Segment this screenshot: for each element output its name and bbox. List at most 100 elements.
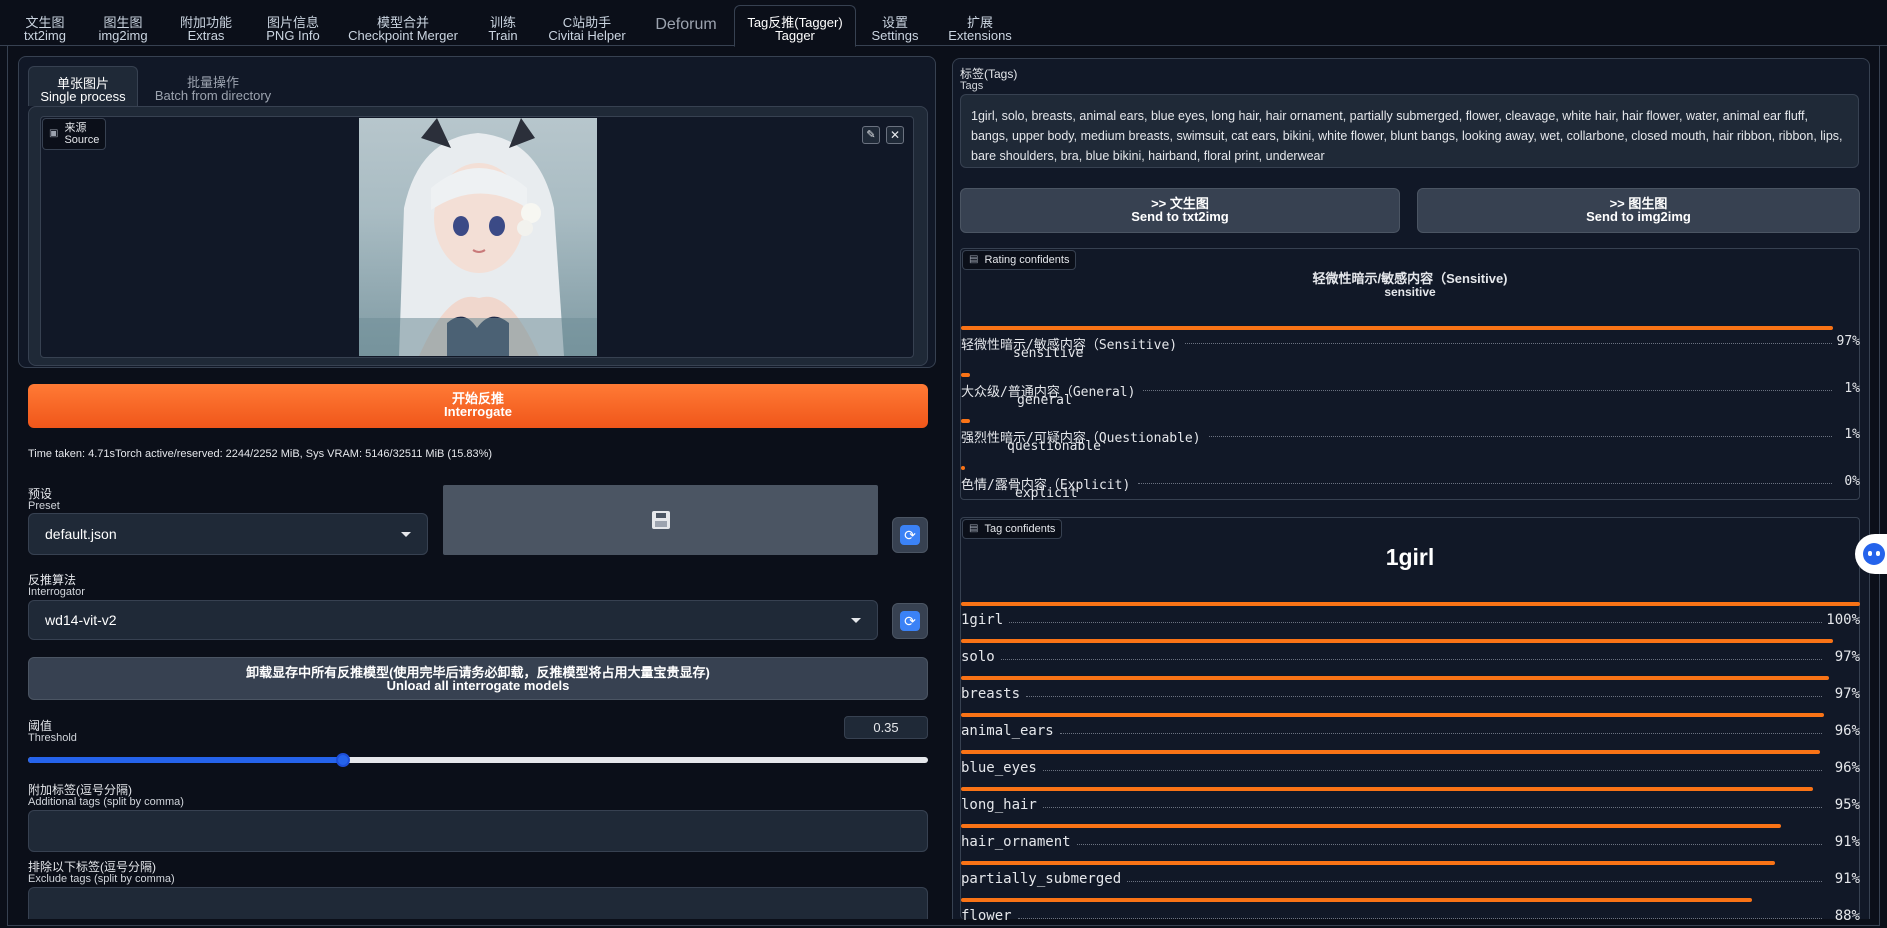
tag-name: hair_ornament	[961, 834, 1071, 850]
interrogator-dropdown[interactable]: wd14-vit-v2	[28, 600, 878, 640]
tag-percent: 91%	[1834, 834, 1860, 850]
confidence-bar	[961, 676, 1829, 680]
tab-label-en: img2img	[98, 28, 148, 43]
preset-refresh-button[interactable]: ⟳	[892, 517, 928, 553]
rating-top-zh: 轻微性暗示/敏感内容（Sensitive)	[1312, 271, 1508, 286]
additional-tags-input[interactable]	[28, 810, 928, 852]
confidence-bar	[961, 713, 1825, 717]
source-label-en: Source	[64, 134, 100, 146]
dotted-leader	[1059, 733, 1822, 734]
confidence-bar	[961, 326, 1834, 330]
tag-confidents-panel	[960, 517, 1860, 919]
tab-checkpoint-merger[interactable]: 模型合并 Checkpoint Merger	[348, 6, 458, 46]
tab-extensions[interactable]: 扩展 Extensions	[946, 6, 1014, 46]
tab-img2img[interactable]: 图生图 img2img	[92, 6, 154, 46]
tags-label-en: Tags	[960, 80, 984, 92]
time-taken-text: Time taken: 4.71sTorch active/reserved: …	[28, 448, 493, 460]
tag-name: partially_submerged	[961, 871, 1122, 887]
tab-label-en: Checkpoint Merger	[348, 28, 458, 43]
tab-txt2img[interactable]: 文生图 txt2img	[14, 6, 76, 46]
rating-key: explicit	[1015, 485, 1078, 501]
subtab-label-en: Batch from directory	[154, 88, 272, 103]
rating-top-label: 轻微性暗示/敏感内容（Sensitive) sensitive	[960, 272, 1860, 299]
tag-name: flower	[961, 908, 1012, 924]
dotted-leader	[1076, 844, 1822, 845]
preset-value: default.json	[45, 526, 117, 542]
rating-percent: 0%	[1844, 473, 1860, 489]
tab-tagger[interactable]: Tag反推(Tagger) Tagger	[734, 5, 856, 47]
tag-name: 1girl	[961, 612, 1004, 628]
rating-percent: 97%	[1836, 334, 1860, 349]
interrogator-label-en: Interrogator	[28, 586, 85, 598]
tags-output-textarea[interactable]: 1girl, solo, breasts, animal ears, blue …	[960, 94, 1859, 168]
tag-row: animal_ears 96%	[961, 713, 1860, 743]
tab-deforum[interactable]: Deforum	[648, 6, 724, 46]
exclude-tags-input[interactable]	[28, 887, 928, 919]
confidence-bar	[961, 639, 1834, 643]
subtab-single-process[interactable]: 单张图片 Single process	[28, 66, 138, 106]
tag-percent: 95%	[1834, 797, 1860, 813]
tag-row: hair_ornament 91%	[961, 824, 1860, 854]
tab-label-en: Tagger	[775, 28, 815, 43]
interrogator-value: wd14-vit-v2	[45, 612, 117, 628]
assistant-float-button[interactable]	[1855, 534, 1887, 574]
confidence-bar	[961, 787, 1814, 791]
confidence-bar	[961, 898, 1753, 902]
tab-label-en: txt2img	[24, 28, 66, 43]
rating-key: sensitive	[1013, 346, 1084, 361]
dotted-leader	[1208, 436, 1832, 437]
chevron-down-icon	[851, 617, 861, 623]
threshold-slider[interactable]	[28, 753, 928, 767]
tab-label-en: Train	[488, 28, 518, 43]
send-txt2img-label-en: Send to txt2img	[1131, 209, 1229, 224]
image-icon: ▣	[49, 128, 59, 139]
tag-name: breasts	[961, 686, 1021, 702]
interrogate-button[interactable]: 开始反推 Interrogate	[28, 384, 928, 428]
tag-percent: 96%	[1834, 723, 1860, 739]
dotted-leader	[1042, 807, 1822, 808]
tags-label: 标签(Tags) Tags	[960, 68, 1017, 92]
unload-models-button[interactable]: 卸载显存中所有反推模型(使用完毕后请务必卸载，反推模型将占用大量宝贵显存) Unl…	[28, 657, 928, 700]
send-to-txt2img-button[interactable]: >> 文生图 Send to txt2img	[960, 188, 1400, 233]
tag-row: long_hair 95%	[961, 787, 1860, 817]
tab-settings[interactable]: 设置 Settings	[868, 6, 922, 46]
slider-thumb[interactable]	[336, 753, 350, 767]
interrogator-label-zh: 反推算法	[28, 573, 77, 587]
chevron-down-icon	[401, 531, 411, 537]
tag-percent: 97%	[1834, 686, 1860, 702]
tag-row: flower 88%	[961, 898, 1860, 928]
confidence-bar	[961, 824, 1781, 828]
tag-percent: 88%	[1834, 908, 1860, 924]
source-label-zh: 来源	[64, 122, 87, 134]
preset-dropdown[interactable]: default.json	[28, 513, 428, 555]
edit-icon[interactable]: ✎	[862, 126, 880, 144]
send-to-img2img-button[interactable]: >> 图生图 Send to img2img	[1417, 188, 1860, 233]
confidence-bar	[961, 750, 1820, 754]
dotted-leader	[1026, 696, 1822, 697]
tab-png-info[interactable]: 图片信息 PNG Info	[258, 6, 328, 46]
dotted-leader	[1009, 622, 1822, 623]
tag-row: breasts 97%	[961, 676, 1860, 706]
tab-extras[interactable]: 附加功能 Extras	[172, 6, 240, 46]
close-icon[interactable]: ✕	[886, 126, 904, 144]
rating-confidents-label: ▤ Rating confidents	[962, 250, 1077, 270]
refresh-icon: ⟳	[900, 611, 920, 631]
rating-percent: 1%	[1844, 380, 1860, 396]
tab-civitai-helper[interactable]: C站助手 Civitai Helper	[546, 6, 628, 46]
tab-label-en: Extras	[187, 28, 225, 43]
source-image	[359, 118, 597, 356]
confidence-bar	[961, 465, 965, 470]
tag-name: blue_eyes	[961, 760, 1037, 776]
rating-key: general	[1017, 392, 1072, 408]
preset-label-zh: 预设	[28, 487, 53, 501]
tag-confidents-label: ▤ Tag confidents	[962, 519, 1063, 539]
save-preset-button[interactable]	[443, 485, 878, 555]
subtab-batch[interactable]: 批量操作 Batch from directory	[148, 66, 278, 106]
tag-row: partially_submerged 91%	[961, 861, 1860, 891]
threshold-number-input[interactable]: 0.35	[844, 716, 928, 739]
tag-percent: 91%	[1834, 871, 1860, 887]
tag-row: solo 97%	[961, 639, 1860, 669]
interrogator-refresh-button[interactable]: ⟳	[892, 603, 928, 639]
tab-label-en: PNG Info	[266, 28, 320, 43]
tab-train[interactable]: 训练 Train	[480, 6, 526, 46]
